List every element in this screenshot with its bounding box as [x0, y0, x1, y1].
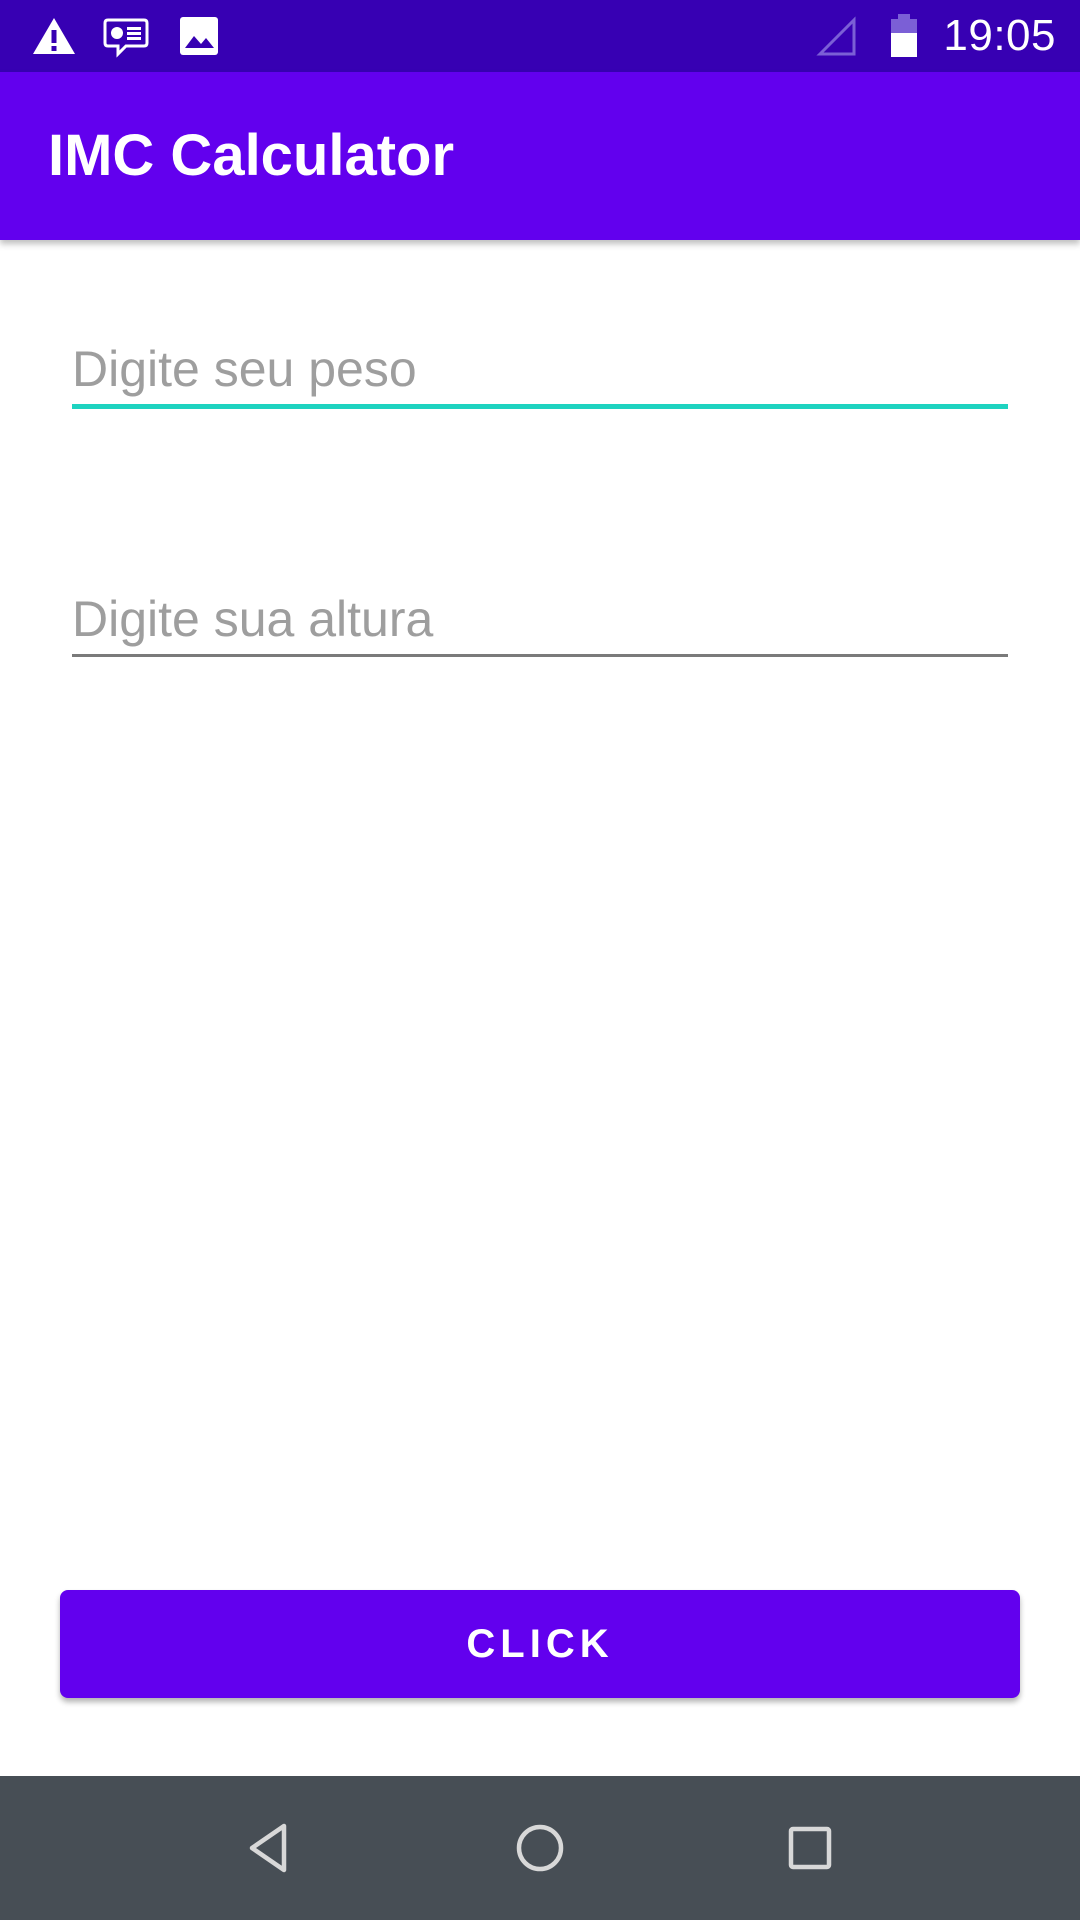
navigation-bar — [0, 1776, 1080, 1920]
signal-icon — [812, 14, 860, 58]
height-input-underline — [72, 654, 1008, 657]
status-time: 19:05 — [943, 11, 1056, 60]
height-field — [72, 584, 1008, 657]
click-button[interactable]: CLICK — [60, 1590, 1020, 1698]
back-icon[interactable] — [238, 1816, 302, 1880]
message-icon — [102, 14, 150, 58]
recents-icon[interactable] — [778, 1816, 842, 1880]
app-screen: 19:05 IMC Calculator CLICK — [0, 0, 1080, 1920]
app-bar: IMC Calculator — [0, 72, 1080, 240]
weight-input[interactable] — [72, 334, 1008, 404]
height-input[interactable] — [72, 584, 1008, 654]
weight-input-underline — [72, 404, 1008, 409]
status-bar: 19:05 — [0, 0, 1080, 72]
weight-field — [72, 334, 1008, 409]
battery-icon — [880, 14, 928, 58]
image-icon — [176, 14, 224, 58]
app-title: IMC Calculator — [48, 123, 455, 188]
warning-icon — [30, 14, 78, 58]
home-icon[interactable] — [508, 1816, 572, 1880]
